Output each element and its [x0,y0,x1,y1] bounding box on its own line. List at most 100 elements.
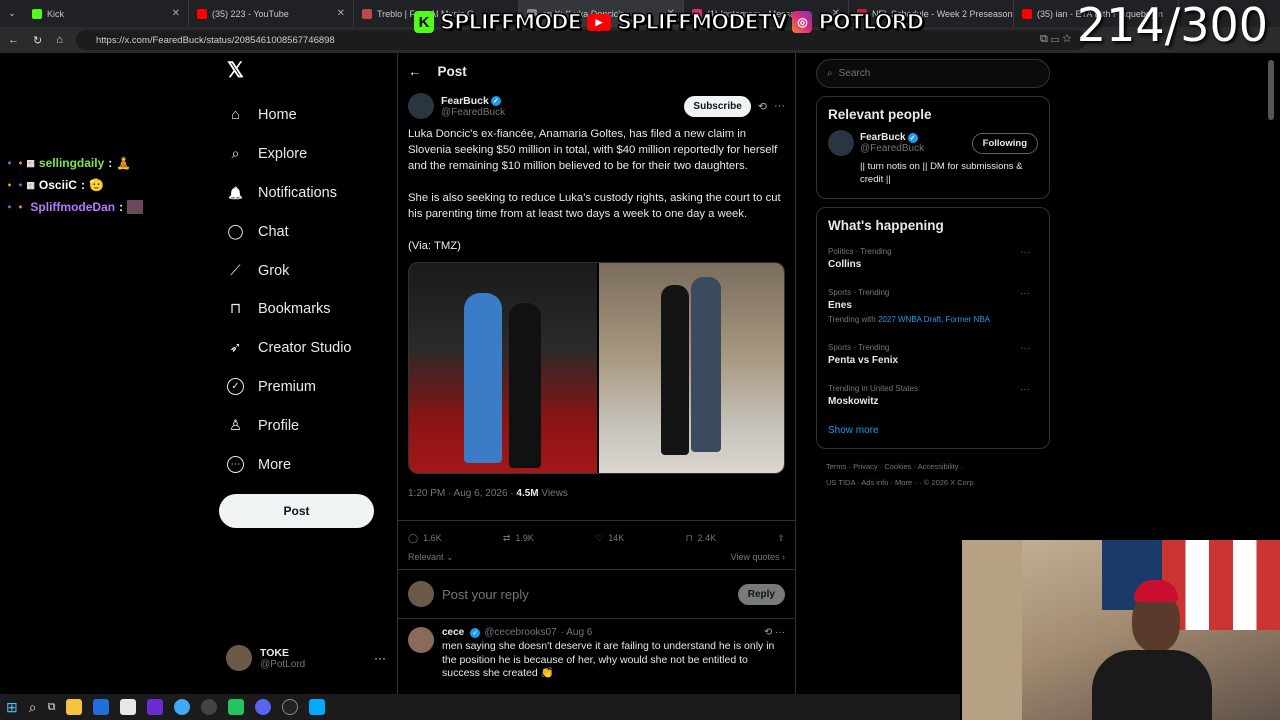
trend-name: Enes [828,300,852,311]
more-dots-icon[interactable]: ··· [374,651,386,665]
post-button[interactable]: Post [219,494,374,528]
extensions-icon[interactable]: ⧉ ▭ ☆ [1040,33,1071,46]
nav-item-chat[interactable]: ◯ Chat [219,212,389,251]
nav-item-premium[interactable]: ✓ Premium [219,368,389,407]
following-button[interactable]: Following [971,132,1038,154]
reply-handle[interactable]: @cecebrooks07 [484,627,556,638]
more-dots-icon[interactable]: ⟲ ··· [764,627,785,638]
like-count: 14K [608,533,625,543]
tab-list-icon[interactable]: ⌄ [0,0,24,27]
account-switcher[interactable]: TOKE @PotLord ··· [226,645,386,671]
show-more-link[interactable]: Show more [828,425,1038,438]
sort-label: Relevant [408,552,444,562]
nav-item-notifications[interactable]: 🔔 Notifications [219,174,389,213]
subscribe-button[interactable]: Subscribe [684,95,751,117]
reply-author[interactable]: cece [442,627,464,638]
person-name[interactable]: FearBuck [860,132,906,143]
nav-item-grok[interactable]: ⟋ Grok [219,251,389,290]
post-timestamp[interactable]: 1:20 PM · Aug 6, 2026 · [408,488,514,499]
nav-item-more[interactable]: ⋯ More [219,445,389,484]
reply-action[interactable]: ◯ 1.6K [408,532,442,544]
more-dots-icon[interactable]: ··· [774,100,785,112]
reply-count: 1.6K [423,533,442,543]
left-nav: 𝕏 ⌂ Home ⌕ Explore 🔔 Notifications ◯ Chat ⟋ G… [219,58,389,484]
search-placeholder: Search [838,68,871,79]
reply-composer: Post your reply Reply [398,569,795,619]
windows-taskbar: ⊞ ⌕ ⧉ [0,694,960,720]
nav-item-creator-studio[interactable]: ➶ Creator Studio [219,329,389,368]
more-dots-icon[interactable]: ··· [1020,247,1030,258]
back-arrow-icon[interactable]: ← [408,64,422,79]
browser-tab[interactable]: Kick ✕ [24,0,189,27]
nav-item-profile[interactable]: ♙ Profile [219,406,389,445]
reply-time[interactable]: · Aug 6 [561,627,593,638]
home-icon[interactable]: ⌂ [56,34,63,46]
nav-item-bookmarks[interactable]: ⊓ Bookmarks [219,290,389,329]
avatar[interactable] [408,93,434,119]
trend-item[interactable]: Sports · Trending Enes Trending with 2027 … [828,282,1038,337]
post-text: Luka Doncic's ex-fiancée, Anamaria Golte… [398,123,795,254]
person-info: FearBuck ✓ @FearedBuck [860,132,924,154]
footer-line[interactable]: US TIDA · Ads info · More ··· © 2026 X C… [826,475,1050,491]
person-row[interactable]: FearBuck ✓ @FearedBuck Following [828,130,1038,156]
avatar[interactable] [828,130,854,156]
close-tab-icon[interactable]: ✕ [172,8,180,19]
trend-item[interactable]: Politics · Trending Collins ··· [828,241,1038,282]
more-dots-icon[interactable]: ··· [1020,343,1030,354]
brand-spliffmodetv: SPLIFFMODETV [616,9,788,35]
grok-icon[interactable]: ⟲ [758,100,767,113]
scrollbar-thumb[interactable] [1268,60,1274,120]
media-player-icon[interactable] [282,699,299,715]
trend-related-link[interactable]: 2027 WNBA Draft, Former NBA [878,315,990,324]
task-view-icon[interactable]: ⧉ [48,701,56,714]
reply-tweet[interactable]: cece ✓ @cecebrooks07 · Aug 6 ⟲ ··· men sa… [398,619,795,689]
media-image-patio[interactable] [599,263,784,473]
windows-start-icon[interactable]: ⊞ [6,699,18,716]
file-explorer-icon[interactable] [66,699,83,715]
author-name[interactable]: FearBuck [441,95,489,107]
trend-item[interactable]: Trending in United States Moskowitz ··· [828,378,1038,419]
nav-item-explore[interactable]: ⌕ Explore [219,135,389,174]
app-icon[interactable] [147,699,164,715]
repost-action[interactable]: ⇄ 1.9K [503,532,534,544]
badge-icons: 🔹🔸 [4,201,27,212]
like-action[interactable]: ♡ 14K [595,532,624,544]
column-divider [795,53,796,694]
x-logo-icon[interactable]: 𝕏 [227,58,389,86]
obs-icon[interactable] [201,699,218,715]
search-input[interactable]: ⌕ Search [816,59,1050,88]
search-icon[interactable]: ⌕ [29,699,37,716]
avatar[interactable] [408,627,434,653]
sort-dropdown[interactable]: Relevant ⌄ [408,552,454,563]
footer-line[interactable]: Terms · Privacy · Cookies · Accessibilit… [826,459,1050,475]
search-icon: ⌕ [827,68,833,79]
reply-input[interactable]: Post your reply [442,587,529,602]
back-icon[interactable]: ← [8,34,19,46]
verified-icon: ✓ [470,627,481,638]
browser-icon[interactable] [174,699,191,715]
nav-item-home[interactable]: ⌂ Home [219,96,389,135]
view-quotes-link[interactable]: View quotes › [731,552,785,563]
nav-label: Creator Studio [258,340,352,357]
close-tab-icon[interactable]: ✕ [337,8,345,19]
reload-icon[interactable]: ↻ [33,34,42,47]
store-icon[interactable] [120,699,137,715]
post-author: FearBuck ✓ @FearedBuck Subscribe ⟲ ··· [398,89,795,123]
more-dots-icon[interactable]: ··· [1020,384,1030,395]
trend-category: Sports · Trending [828,343,890,352]
edge-icon[interactable] [93,699,110,715]
share-action[interactable]: ⇪ [777,532,785,544]
app-icon[interactable] [228,699,245,715]
app-icon[interactable] [309,699,326,715]
nav-label: Bookmarks [258,301,331,318]
reply-button[interactable]: Reply [737,583,785,605]
browser-tab[interactable]: (35) 223 - YouTube ✕ [189,0,354,27]
discord-icon[interactable] [255,699,272,715]
bookmark-action[interactable]: ⊓ 2.4K [686,532,717,544]
author-handle[interactable]: @FearedBuck [441,107,505,118]
media-image-red-carpet[interactable] [409,263,597,473]
more-dots-icon[interactable]: ··· [1020,288,1030,299]
whats-happening-card: What's happening Politics · Trending Coll… [816,207,1050,449]
post-media[interactable] [408,262,785,474]
trend-item[interactable]: Sports · Trending Penta vs Fenix ··· [828,337,1038,378]
